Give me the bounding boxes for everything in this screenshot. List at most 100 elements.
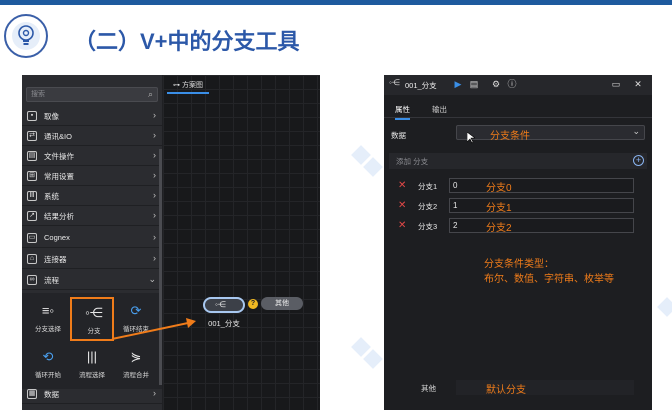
flow-icon: ∞ <box>27 275 37 285</box>
default-branch-annotation: 默认分支 <box>486 385 526 396</box>
category-label: 数据 <box>44 390 59 399</box>
database-icon: ▦ <box>27 389 37 399</box>
branch-value-input[interactable]: 1 分支1 <box>449 198 634 214</box>
document-icon[interactable]: ▤ <box>468 78 480 91</box>
warning-icon[interactable]: ? <box>248 299 258 309</box>
tool-flow-merge[interactable]: ⋟ 流程合并 <box>114 343 158 387</box>
category-file[interactable]: ▤ 文件操作 › <box>22 147 162 166</box>
slide-title: （二）V+中的分支工具 <box>74 29 300 54</box>
branch-value: 1 <box>453 201 458 210</box>
category-connector[interactable]: ⌂ 连接器 › <box>22 250 162 269</box>
mouse-cursor-icon <box>467 132 475 144</box>
tool-library: 搜索 ⌕ ▪ 取像 › ⇄ 通讯&IO › ▤ 文件操作 › ⊞ 常用设置 › … <box>22 75 162 410</box>
branch-annotation: 分支1 <box>486 203 512 214</box>
branch-annotation: 分支0 <box>486 183 512 194</box>
tool-library-screenshot: 搜索 ⌕ ▪ 取像 › ⇄ 通讯&IO › ▤ 文件操作 › ⊞ 常用设置 › … <box>22 75 320 410</box>
chevron-right-icon: › <box>153 170 156 180</box>
category-result-analysis[interactable]: ↗ 结果分析 › <box>22 207 162 226</box>
chevron-right-icon: › <box>153 110 156 120</box>
category-label: Cognex <box>44 233 70 242</box>
lightbulb-gear-icon <box>18 25 34 45</box>
add-branch-button[interactable]: + <box>633 155 644 166</box>
branch-properties-screenshot: ◦⋲ 001_分支 ▶ ▤ ⚙ ⓘ ▭ ✕ 属性 输出 数据 分支条件 ⌄ 添加… <box>384 75 652 410</box>
solution-canvas[interactable]: ⊶ 方案图 ◦⋲ 001_分支 ? 其他 <box>163 75 320 410</box>
flow-select-icon: ||| <box>86 349 98 364</box>
branch-row: ✕ 分支2 1 分支1 <box>389 198 647 215</box>
category-cognex[interactable]: ▭ Cognex › <box>22 229 162 248</box>
category-comm-io[interactable]: ⇄ 通讯&IO › <box>22 127 162 146</box>
data-label: 数据 <box>391 131 406 140</box>
category-acquire[interactable]: ▪ 取像 › <box>22 107 162 126</box>
flow-graph-icon: ⊶ <box>173 82 182 89</box>
tool-branch[interactable]: ◦⋲ 分支 <box>70 297 114 341</box>
play-icon[interactable]: ▶ <box>452 78 464 91</box>
tool-loop-start[interactable]: ⟲ 循环开始 <box>26 343 70 387</box>
branch-icon: ◦⋲ <box>85 305 103 320</box>
property-tabs: 属性 输出 <box>384 101 652 120</box>
category-common-settings[interactable]: ⊞ 常用设置 › <box>22 167 162 186</box>
branch-icon: ◦⋲ <box>215 300 226 309</box>
category-system[interactable]: Ⅲ 系统 › <box>22 187 162 206</box>
connect-icon: ⇄ <box>27 131 37 141</box>
select-value: 分支条件 <box>490 131 530 142</box>
category-label: 取像 <box>44 112 59 121</box>
chevron-down-icon: ⌄ <box>148 274 156 284</box>
branch-node[interactable]: ◦⋲ <box>203 297 245 313</box>
branch-value: 2 <box>453 221 458 230</box>
category-label: 文件操作 <box>44 152 74 161</box>
tab-label: 方案图 <box>181 82 203 89</box>
other-label: 其他 <box>421 384 436 393</box>
cognex-icon: ▭ <box>27 233 37 243</box>
scrollbar[interactable] <box>159 149 162 385</box>
tab-properties[interactable]: 属性 <box>395 104 410 120</box>
chevron-right-icon: › <box>153 253 156 263</box>
branch-condition-select[interactable]: 分支条件 ⌄ <box>456 125 645 142</box>
branch-select-icon: ≡◦ <box>41 303 55 318</box>
branch-value-input[interactable]: 2 分支2 <box>449 218 634 234</box>
branch-icon: ◦⋲ <box>389 78 400 87</box>
tab-solution-graph[interactable]: ⊶ 方案图 <box>167 79 209 94</box>
flow-merge-icon: ⋟ <box>130 349 142 364</box>
category-label: 系统 <box>44 192 59 201</box>
decor-diamond <box>363 349 383 369</box>
add-branch-row: 添加 分支 + <box>389 153 647 169</box>
loop-start-icon: ⟲ <box>42 349 54 364</box>
plug-icon: ⌂ <box>27 254 37 264</box>
category-flow[interactable]: ∞ 流程 ⌄ <box>22 271 162 290</box>
tool-label: 流程合并 <box>123 372 149 379</box>
category-label: 流程 <box>44 276 59 285</box>
decor-diamond <box>363 157 383 177</box>
chevron-right-icon: › <box>153 388 156 398</box>
remove-icon[interactable]: ✕ <box>398 220 406 232</box>
file-icon: ▤ <box>27 151 37 161</box>
window-title: 001_分支 <box>405 81 437 90</box>
search-icon[interactable]: ⌕ <box>148 89 153 100</box>
chevron-down-icon: ⌄ <box>632 126 640 136</box>
tool-label: 循环开始 <box>35 372 61 379</box>
tool-branch-select[interactable]: ≡◦ 分支选择 <box>26 297 70 341</box>
default-branch-field[interactable]: 默认分支 <box>456 380 634 396</box>
chevron-right-icon: › <box>153 232 156 242</box>
tab-output[interactable]: 输出 <box>432 104 447 115</box>
branch-row: ✕ 分支1 0 分支0 <box>389 178 647 195</box>
branch-value-input[interactable]: 0 分支0 <box>449 178 634 194</box>
category-label: 常用设置 <box>44 172 74 181</box>
window-titlebar: ◦⋲ 001_分支 ▶ ▤ ⚙ ⓘ ▭ ✕ <box>384 75 652 95</box>
grid-icon: ⊞ <box>27 171 37 181</box>
maximize-icon[interactable]: ▭ <box>610 78 622 91</box>
remove-icon[interactable]: ✕ <box>398 180 406 192</box>
branch-label: 分支1 <box>418 182 438 191</box>
arrow-annotation <box>111 318 196 340</box>
tool-label: 分支选择 <box>35 326 61 333</box>
search-input[interactable]: 搜索 ⌕ <box>26 87 158 102</box>
image-icon: ▪ <box>27 111 37 121</box>
category-data[interactable]: ▦ 数据 › <box>22 385 162 404</box>
tool-flow-select[interactable]: ||| 流程选择 <box>70 343 114 387</box>
chart-icon: ↗ <box>27 211 37 221</box>
gear-icon[interactable]: ⚙ <box>490 78 502 91</box>
info-icon[interactable]: ⓘ <box>506 78 518 91</box>
decor-diamond <box>657 297 672 317</box>
branch-output-other[interactable]: 其他 <box>261 297 303 310</box>
remove-icon[interactable]: ✕ <box>398 200 406 212</box>
close-icon[interactable]: ✕ <box>632 78 644 91</box>
